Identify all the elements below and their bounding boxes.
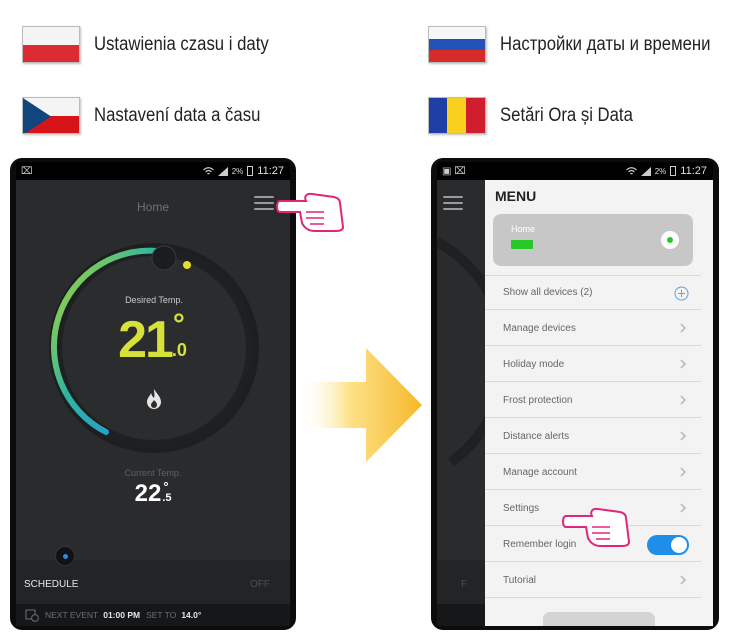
home-select-radio[interactable] <box>661 231 679 249</box>
chevron-right-icon <box>680 575 687 585</box>
battery-icon <box>247 166 254 176</box>
russia-flag-icon <box>428 26 486 63</box>
battery-level-icon <box>511 240 533 249</box>
menu-screen: ▣ ⌧ 2% 11:27 F MENU Home Show all device… <box>437 162 713 626</box>
right-phone-frame: ▣ ⌧ 2% 11:27 F MENU Home Show all device… <box>431 158 719 630</box>
lang-label-ro: Setări Ora și Data <box>500 104 633 126</box>
left-phone-frame: ⌧ 2% 11:27 Home Desired Temp. 21 ° .0 Cu… <box>10 158 296 630</box>
lang-heading-pl: Ustawienia czasu i daty <box>22 26 293 63</box>
lang-label-cz: Nastavení data a času <box>94 104 261 126</box>
chevron-right-icon <box>680 467 687 477</box>
chevron-right-icon <box>680 431 687 441</box>
dial-knob[interactable] <box>151 245 177 271</box>
current-temp-label: Current Temp. <box>124 468 182 478</box>
schedule-label: SCHEDULE <box>24 579 79 590</box>
side-menu: MENU Home Show all devices (2) Manage de… <box>485 180 713 626</box>
menu-item-manage-devices[interactable]: Manage devices <box>485 311 701 346</box>
menu-bottom-button[interactable] <box>543 612 655 626</box>
menu-item-manage-account[interactable]: Manage account <box>485 455 701 490</box>
chevron-right-icon <box>680 323 687 333</box>
home-card-label: Home <box>511 224 536 234</box>
notification-icon: ▣ ⌧ <box>442 165 466 177</box>
notification-icon: ⌧ <box>21 165 33 177</box>
menu-item-distance-alerts[interactable]: Distance alerts <box>485 419 701 454</box>
wifi-icon <box>202 166 214 174</box>
plus-circle-icon <box>674 286 689 301</box>
desired-temp-label: Desired Temp. <box>125 295 183 305</box>
status-bar: ▣ ⌧ 2% 11:27 <box>437 162 713 180</box>
lang-heading-ru: Настройки даты и времени <box>428 26 739 63</box>
poland-flag-icon <box>22 26 80 63</box>
menu-item-tutorial[interactable]: Tutorial <box>485 563 701 598</box>
set-to-label: SET TO <box>146 610 177 620</box>
desired-temp-value: 21 ° .0 <box>118 308 187 369</box>
romania-flag-icon <box>428 97 486 134</box>
calendar-clock-icon <box>25 609 39 622</box>
hamburger-menu-icon[interactable] <box>254 196 274 210</box>
signal-icon <box>217 166 228 176</box>
wifi-icon <box>625 166 637 174</box>
current-temp-value: 22 ° .5 <box>134 479 172 507</box>
menu-item-holiday-mode[interactable]: Holiday mode <box>485 347 701 382</box>
status-time: 11:27 <box>680 165 707 177</box>
pointing-hand-icon <box>562 507 631 547</box>
lang-heading-cz: Nastavení data a času <box>22 97 283 134</box>
next-event-label: NEXT EVENT <box>45 610 99 620</box>
schedule-bar[interactable]: SCHEDULE OFF <box>16 546 290 604</box>
transition-arrow-icon <box>300 348 422 462</box>
lang-label-pl: Ustawienia czasu i daty <box>94 33 269 55</box>
next-event-time: 01:00 PM <box>103 610 141 620</box>
status-bar: ⌧ 2% 11:27 <box>16 162 290 180</box>
chevron-right-icon <box>680 359 687 369</box>
page-title: Home <box>136 200 169 214</box>
next-event-bar: NEXT EVENT 01:00 PM SET TO 14.0° <box>16 604 290 626</box>
signal-icon <box>640 166 651 176</box>
pointing-hand-icon <box>276 192 345 232</box>
hamburger-menu-icon[interactable] <box>443 196 463 210</box>
temperature-dial[interactable]: Desired Temp. 21 ° .0 <box>46 240 262 456</box>
chevron-right-icon <box>680 503 687 513</box>
chevron-right-icon <box>680 395 687 405</box>
schedule-state: OFF <box>250 579 270 590</box>
menu-item-frost-protection[interactable]: Frost protection <box>485 383 701 418</box>
home-card[interactable]: Home <box>493 214 693 266</box>
lang-label-ru: Настройки даты и времени <box>500 33 711 55</box>
menu-title: MENU <box>495 188 537 204</box>
schedule-knob[interactable] <box>55 546 75 566</box>
status-time: 11:27 <box>257 165 284 177</box>
czech-flag-icon <box>22 97 80 134</box>
lang-heading-ro: Setări Ora și Data <box>428 97 651 134</box>
flame-icon <box>147 389 161 409</box>
set-to-value: 14.0° <box>181 610 202 620</box>
thermostat-screen: ⌧ 2% 11:27 Home Desired Temp. 21 ° .0 Cu… <box>16 162 290 626</box>
battery-icon <box>670 166 677 176</box>
menu-item-show-all-devices[interactable]: Show all devices (2) <box>485 275 701 310</box>
remember-login-toggle[interactable] <box>647 535 689 555</box>
